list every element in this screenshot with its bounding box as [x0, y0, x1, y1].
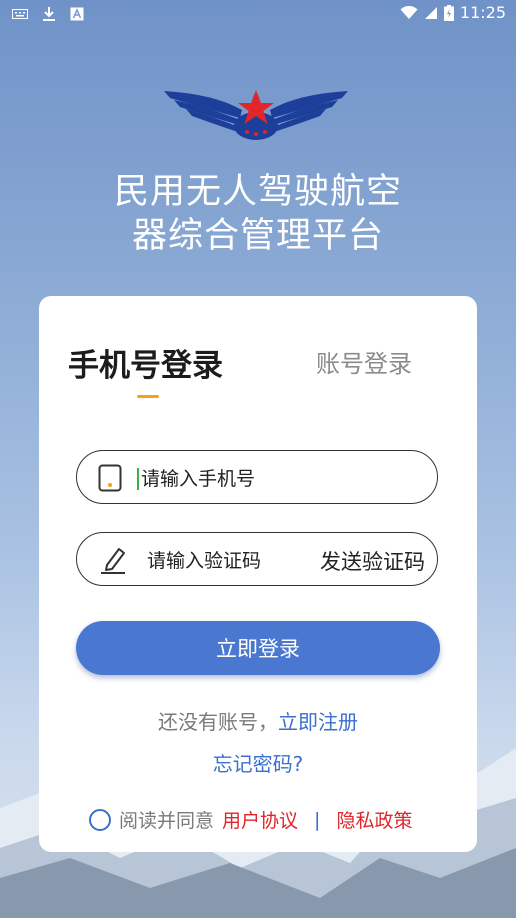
agreement-separator: | [314, 808, 321, 831]
forgot-password-link[interactable]: 忘记密码? [213, 752, 304, 776]
no-account-text: 还没有账号， [158, 710, 278, 734]
battery-icon [443, 4, 454, 21]
tab-phone-login[interactable]: 手机号登录 [68, 340, 223, 385]
status-time: 11:25 [459, 3, 506, 22]
verification-code-input[interactable] [145, 546, 309, 576]
phone-input[interactable] [139, 464, 423, 494]
login-button[interactable]: 立即登录 [76, 621, 440, 675]
agree-radio[interactable] [89, 808, 111, 831]
register-link[interactable]: 立即注册 [278, 710, 358, 734]
status-bar: 11:25 [0, 0, 516, 28]
page-title-line-2: 器综合管理平台 [131, 216, 384, 256]
keyboard-icon [12, 9, 28, 19]
wifi-icon [400, 5, 418, 19]
verification-code-field[interactable]: 发送验证码 [76, 532, 438, 586]
font-icon [70, 7, 84, 21]
register-prompt: 还没有账号，立即注册 [0, 706, 516, 735]
download-icon [43, 7, 55, 21]
phone-icon [98, 464, 122, 492]
agree-text: 阅读并同意 [119, 810, 215, 832]
user-agreement-link[interactable]: 用户协议 [222, 806, 298, 833]
caac-wings-logo [164, 90, 348, 140]
signal-icon [424, 6, 437, 19]
active-tab-indicator [137, 395, 159, 398]
agreement-row: 阅读并同意 用户协议 | 隐私政策 [89, 806, 412, 833]
page-title-line-1: 民用无人驾驶航空 [113, 172, 402, 212]
send-code-button[interactable]: 发送验证码 [320, 546, 425, 576]
tab-account-login[interactable]: 账号登录 [316, 344, 412, 379]
privacy-policy-link[interactable]: 隐私政策 [336, 806, 412, 833]
pen-icon [101, 548, 125, 574]
forgot-password-row: 忘记密码? [0, 748, 516, 777]
phone-field[interactable] [76, 450, 438, 504]
